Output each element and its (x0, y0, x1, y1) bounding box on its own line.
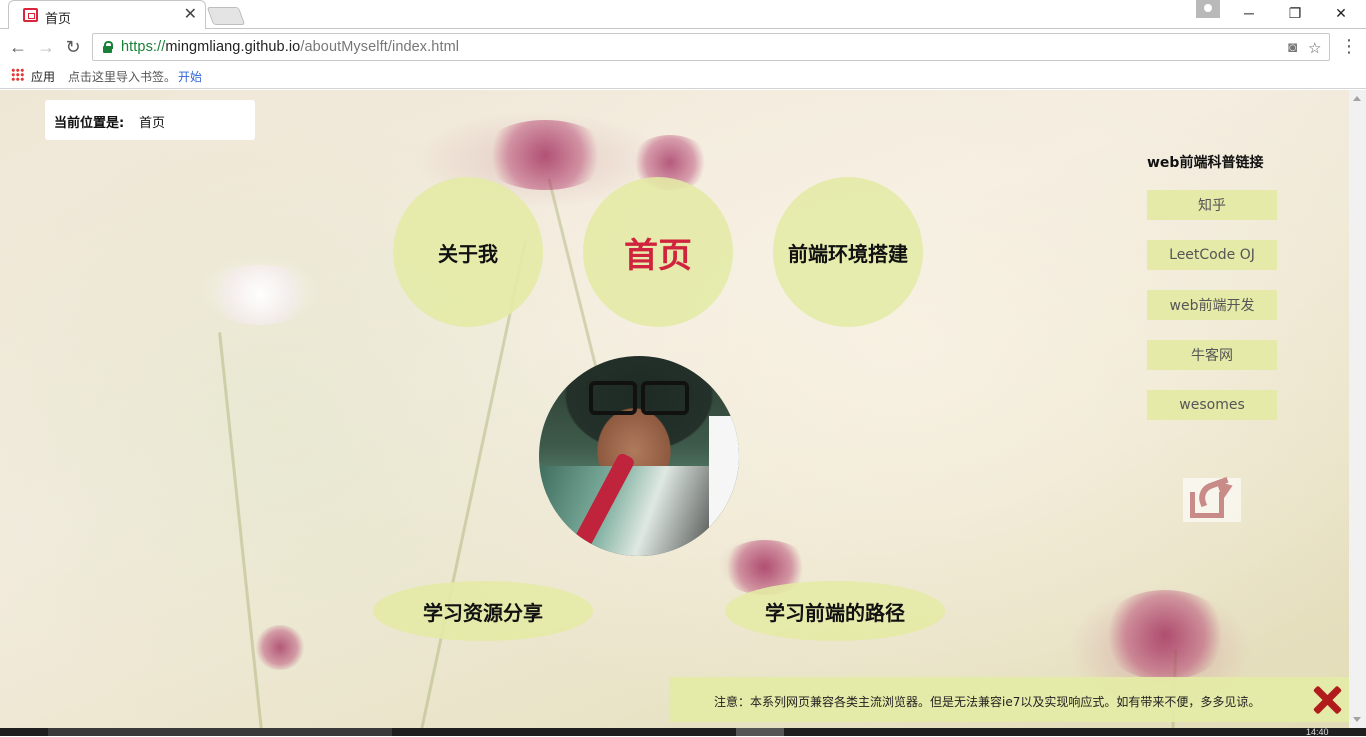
share-icon[interactable] (1183, 476, 1241, 522)
flower-decoration (255, 625, 305, 670)
taskbar-clock: 14:40 (1306, 727, 1329, 737)
link-wesomes[interactable]: wesomes (1147, 390, 1277, 420)
notice-text: 注意：本系列网页兼容各类主流浏览器。但是无法兼容ie7以及实现响应式。如有带来不… (714, 695, 1261, 709)
tab-strip: 首页 ✕ ─ ❐ ✕ (0, 0, 1366, 29)
nav-env-setup-button[interactable]: 前端环境搭建 (773, 177, 923, 327)
nav-resources-button[interactable]: 学习资源分享 (373, 581, 593, 641)
vertical-scrollbar[interactable] (1349, 90, 1366, 728)
flower-stem-decoration (218, 332, 265, 728)
bookmarks-bar: 应用 点击这里导入书签。 开始 (0, 65, 1366, 89)
flower-decoration (1100, 590, 1230, 680)
forward-icon[interactable]: → (36, 37, 56, 57)
close-icon[interactable] (1312, 685, 1342, 715)
url-text: https://mingmliang.github.io/aboutMyself… (121, 39, 460, 55)
site-settings-icon[interactable]: ◙ (1288, 39, 1297, 56)
minimize-button[interactable]: ─ (1226, 0, 1272, 28)
link-web-dev[interactable]: web前端开发 (1147, 290, 1277, 320)
lock-icon (103, 41, 113, 53)
link-leetcode[interactable]: LeetCode OJ (1147, 240, 1277, 270)
scroll-up-icon[interactable] (1353, 96, 1361, 101)
compat-notice: 注意：本系列网页兼容各类主流浏览器。但是无法兼容ie7以及实现响应式。如有带来不… (669, 677, 1349, 722)
flower-decoration (480, 120, 610, 190)
link-zhihu[interactable]: 知乎 (1147, 190, 1277, 220)
tab-close-icon[interactable]: ✕ (184, 6, 197, 24)
apps-grid-icon[interactable] (11, 68, 24, 81)
close-window-button[interactable]: ✕ (1318, 0, 1364, 28)
bookmarks-hint: 点击这里导入书签。 (68, 70, 177, 84)
restore-button[interactable]: ❐ (1272, 0, 1318, 28)
os-taskbar: 14:40 (0, 727, 1366, 737)
address-bar[interactable]: https://mingmliang.github.io/aboutMyself… (92, 33, 1330, 61)
browser-menu-icon[interactable]: ⋮ (1340, 37, 1358, 57)
profile-icon[interactable] (1196, 0, 1220, 18)
nav-learning-path-button[interactable]: 学习前端的路径 (725, 581, 945, 641)
site-favicon-icon (23, 8, 38, 22)
flower-decoration (205, 265, 315, 325)
scroll-down-icon[interactable] (1353, 717, 1361, 722)
breadcrumb-label: 当前位置是: (54, 116, 125, 131)
nav-about-button[interactable]: 关于我 (393, 177, 543, 327)
browser-tab[interactable]: 首页 ✕ (8, 0, 206, 29)
links-title: web前端科普链接 (1147, 155, 1264, 171)
new-tab-button[interactable] (206, 7, 246, 25)
bookmarks-start-link[interactable]: 开始 (178, 68, 202, 85)
apps-label[interactable]: 应用 (31, 68, 55, 85)
breadcrumb: 当前位置是: 首页 (45, 100, 255, 140)
reload-icon[interactable]: ↻ (63, 37, 83, 57)
back-icon[interactable]: ← (8, 37, 28, 57)
page-viewport: 当前位置是: 首页 关于我 首页 前端环境搭建 学习资源分享 学习前端的路径 w… (0, 90, 1349, 728)
link-nowcoder[interactable]: 牛客网 (1147, 340, 1277, 370)
nav-home-button[interactable]: 首页 (583, 177, 733, 327)
tab-title: 首页 (45, 12, 72, 27)
avatar (539, 356, 739, 556)
breadcrumb-current: 首页 (139, 116, 166, 131)
browser-toolbar: ← → ↻ https://mingmliang.github.io/about… (0, 29, 1366, 65)
bookmark-star-icon[interactable]: ☆ (1308, 39, 1321, 57)
